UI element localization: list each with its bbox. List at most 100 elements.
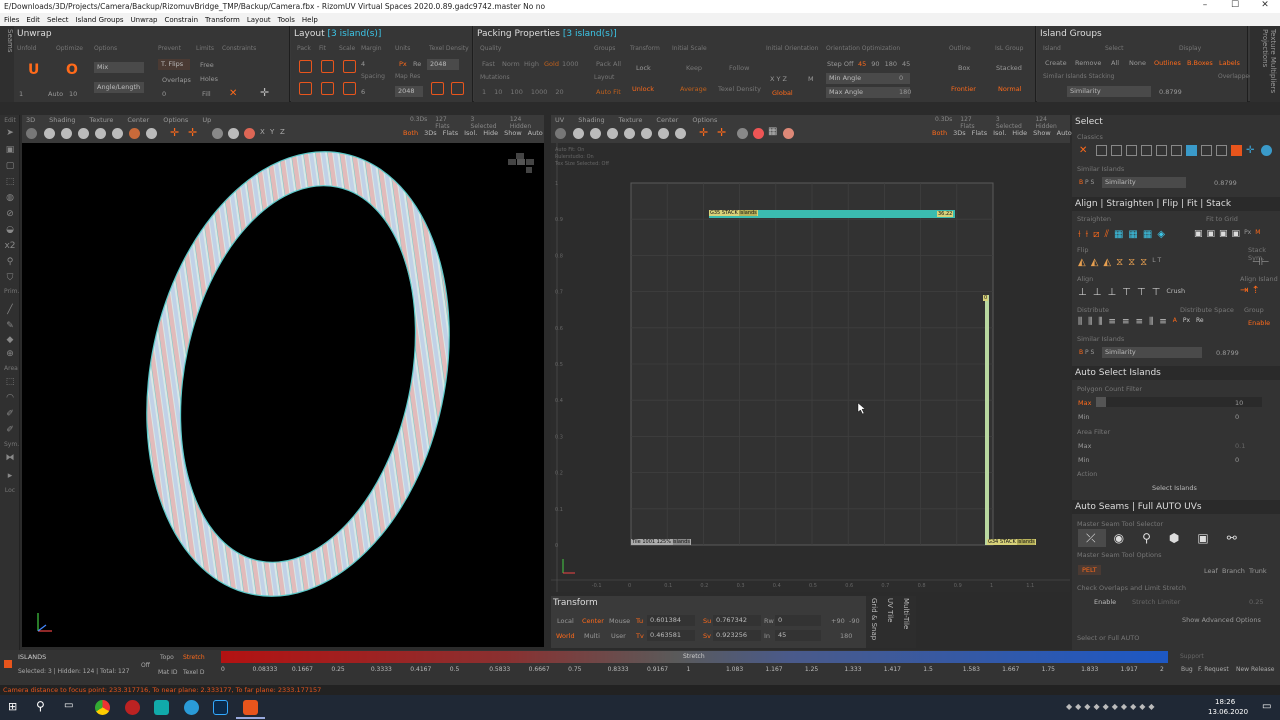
rotate-plus-90[interactable]: +90: [831, 617, 845, 625]
flip-lt[interactable]: L T: [1152, 257, 1161, 268]
stretch-button[interactable]: Stretch: [183, 654, 205, 661]
search-icon[interactable]: ⚲: [36, 699, 45, 713]
fit-grid-icon[interactable]: ▦: [1114, 229, 1123, 240]
map-res-field[interactable]: 2048: [395, 86, 423, 97]
view-cube[interactable]: [508, 153, 534, 173]
group-enable-button[interactable]: Enable: [1248, 319, 1270, 327]
flip-z-icon[interactable]: ⧖: [1140, 257, 1147, 268]
distribute-2-icon[interactable]: ⫼: [1088, 317, 1092, 327]
step-option-0[interactable]: 45: [858, 60, 866, 68]
new-release-button[interactable]: New Release: [1236, 666, 1274, 673]
bps-buttons[interactable]: B P S: [1079, 179, 1094, 186]
uv-frame-icon[interactable]: [555, 128, 566, 139]
multi-button[interactable]: Multi: [584, 632, 600, 640]
uv-options-icon[interactable]: [783, 128, 794, 139]
global-button[interactable]: Global: [772, 89, 793, 97]
distribute-1-icon[interactable]: ⫼: [1078, 317, 1082, 327]
uv-info-3[interactable]: 124 Hidden: [1035, 116, 1070, 130]
leaf-button[interactable]: Leaf: [1204, 567, 1218, 575]
task-view-icon[interactable]: ▭: [64, 700, 73, 711]
rotate-180[interactable]: 180: [840, 632, 852, 640]
vp3d-tab-1[interactable]: Shading: [49, 116, 75, 124]
stretch-limiter-value[interactable]: 0.25: [1249, 598, 1263, 606]
uv-tab-2[interactable]: Texture: [619, 116, 643, 124]
mutation-option-0[interactable]: 1: [482, 88, 486, 96]
uv-sphere-wire-icon[interactable]: [573, 128, 584, 139]
poly-min-value[interactable]: 0: [1235, 413, 1239, 421]
pack-icon[interactable]: [299, 60, 312, 73]
normal-button[interactable]: Normal: [998, 85, 1022, 93]
select-islands-button[interactable]: Select Islands: [1152, 484, 1197, 492]
align-right-icon[interactable]: ⊥: [1107, 287, 1116, 298]
center-icon[interactable]: ✛: [170, 126, 179, 139]
select-arrow-icon[interactable]: ➤: [4, 128, 16, 138]
windows-start-icon[interactable]: ⊞: [8, 700, 17, 713]
paint-select-icon[interactable]: ✐: [4, 409, 16, 419]
overlaps-label[interactable]: Overlaps: [162, 76, 191, 84]
uv-info-2[interactable]: 3 Selected: [996, 116, 1028, 130]
holes-label[interactable]: Holes: [200, 75, 218, 83]
uv-tab-4[interactable]: Options: [692, 116, 717, 124]
distribute-4-icon[interactable]: ≡: [1108, 317, 1116, 327]
align-bottom-icon[interactable]: ⊤: [1152, 287, 1161, 298]
grid-snap-tab[interactable]: Grid & Snap: [870, 598, 878, 640]
stacked-button[interactable]: Stacked: [996, 64, 1022, 72]
uv-mode-1[interactable]: 3Ds: [953, 129, 966, 137]
off-button[interactable]: Off: [141, 662, 150, 669]
distribute-5-icon[interactable]: ≡: [1122, 317, 1130, 327]
unlock-button[interactable]: Unlock: [632, 85, 654, 93]
select-grow-icon[interactable]: [1126, 145, 1137, 156]
fit-grid-4-icon[interactable]: ◈: [1157, 229, 1165, 240]
angle-length-field[interactable]: Angle/Length: [94, 82, 144, 93]
none-button[interactable]: None: [1129, 59, 1146, 67]
uv-sphere-smooth-icon[interactable]: [624, 128, 635, 139]
checker-icon[interactable]: [112, 128, 123, 139]
area-min-value[interactable]: 0: [1235, 456, 1239, 464]
vp3d-info-3[interactable]: 124 Hidden: [510, 116, 544, 130]
select-ring-icon[interactable]: [1171, 145, 1182, 156]
quality-high[interactable]: High: [524, 60, 539, 68]
stack-sym-icon[interactable]: ⊣⊢: [1252, 257, 1269, 268]
auto-label[interactable]: Auto: [48, 90, 63, 98]
mutation-option-2[interactable]: 100: [510, 88, 522, 96]
menu-item-4[interactable]: Unwrap: [131, 16, 158, 24]
similarity-field[interactable]: Similarity: [1067, 86, 1151, 97]
distribute-px[interactable]: Px: [1183, 317, 1190, 327]
align-top-icon[interactable]: ⊤: [1122, 287, 1131, 298]
step-option-3[interactable]: 45: [902, 60, 910, 68]
center-button[interactable]: Center: [582, 617, 604, 625]
tv-field[interactable]: 0.463581: [647, 630, 695, 641]
straighten-grid-icon[interactable]: ⧄: [1093, 229, 1099, 240]
multi-tile-tab[interactable]: Multi-Tile: [902, 598, 910, 629]
lasso-icon[interactable]: ◠: [4, 393, 16, 403]
menu-item-5[interactable]: Constrain: [164, 16, 198, 24]
select-loop-icon[interactable]: [1156, 145, 1167, 156]
user-button[interactable]: User: [611, 632, 626, 640]
area-select-icon[interactable]: ⬚: [4, 377, 16, 387]
average-button[interactable]: Average: [680, 85, 707, 93]
maximize-button[interactable]: ☐: [1220, 0, 1250, 13]
distribute-3-icon[interactable]: ⫼: [1098, 317, 1102, 327]
notification-icon[interactable]: ▭: [1262, 701, 1271, 712]
vp3d-mode-4[interactable]: Hide: [483, 129, 498, 137]
texture-icon[interactable]: [129, 128, 140, 139]
deselect-icon[interactable]: ✕: [1079, 145, 1087, 156]
vp3d-info-1[interactable]: 127 Flats: [435, 116, 462, 130]
uv-center-icon[interactable]: ✛: [699, 126, 708, 139]
feature-request-button[interactable]: F. Request: [1198, 666, 1229, 673]
uv-tile-tab[interactable]: UV Tile: [886, 598, 894, 622]
fit-grid-3-icon[interactable]: ▦: [1143, 229, 1152, 240]
flip-uv-icon[interactable]: ◭: [1103, 257, 1111, 268]
menu-item-8[interactable]: Tools: [278, 16, 295, 24]
tray-icons[interactable]: ◆◆◆◆◆◆◆◆◆◆: [1066, 702, 1158, 711]
distribute-7-icon[interactable]: ⫼: [1149, 317, 1153, 327]
pack-all-icon[interactable]: [299, 82, 312, 95]
flatten-icon[interactable]: ◆: [4, 335, 16, 345]
box-tool-icon[interactable]: ⬢: [1169, 531, 1179, 546]
uv-island-right[interactable]: [985, 295, 989, 545]
uv-tab-1[interactable]: Shading: [578, 116, 604, 124]
vp3d-tab-0[interactable]: 3D: [26, 116, 35, 124]
close-button[interactable]: ✕: [1250, 0, 1280, 13]
distribute-8-icon[interactable]: ≡: [1159, 317, 1167, 327]
align-island-icon[interactable]: ⇥ ⇡: [1240, 285, 1260, 296]
